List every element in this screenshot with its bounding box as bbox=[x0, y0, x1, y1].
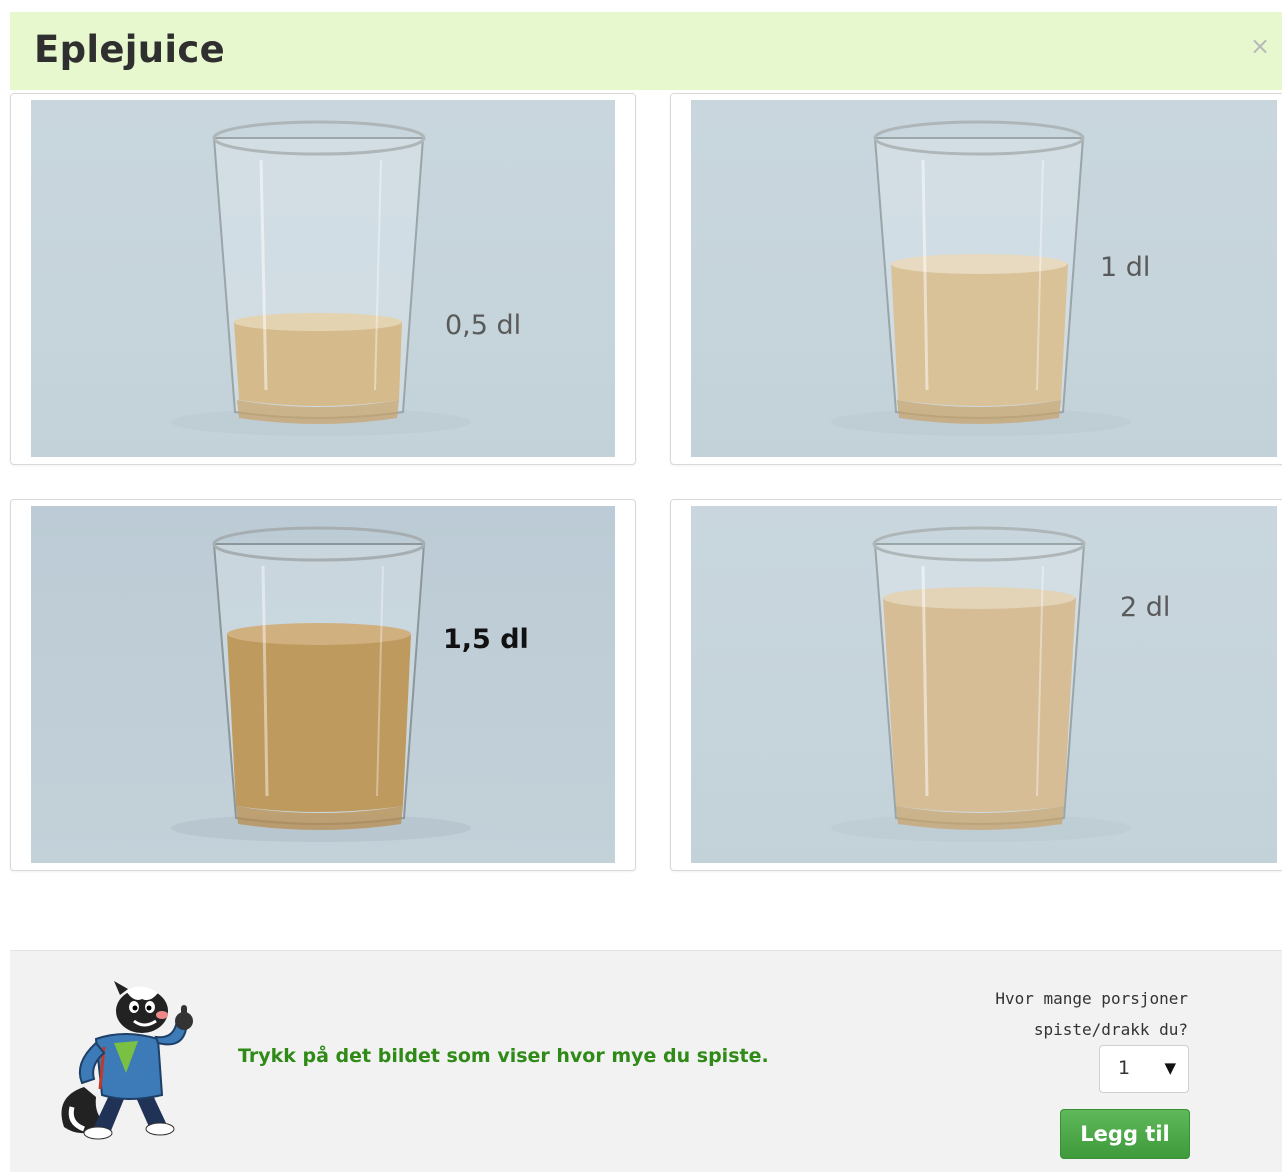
top-strip bbox=[0, 0, 1282, 12]
dialog-title: Eplejuice bbox=[34, 28, 225, 71]
portion-label: 1,5 dl bbox=[443, 624, 529, 655]
footer-panel: Trykk på det bildet som viser hvor mye d… bbox=[10, 950, 1282, 1172]
instruction-text: Trykk på det bildet som viser hvor mye d… bbox=[238, 1045, 769, 1067]
question-line: Hvor mange porsjoner bbox=[995, 989, 1188, 1008]
glass-photo: 1,5 dl bbox=[31, 506, 615, 863]
glass-icon bbox=[831, 526, 1131, 842]
close-icon[interactable]: × bbox=[1248, 32, 1272, 60]
portion-option-1-dl[interactable]: 1 dl bbox=[670, 93, 1282, 465]
portion-option-0-5-dl[interactable]: 0,5 dl bbox=[10, 93, 636, 465]
portion-label: 0,5 dl bbox=[445, 310, 522, 341]
glass-icon bbox=[171, 120, 471, 436]
glass-photo: 0,5 dl bbox=[31, 100, 615, 457]
portion-select[interactable]: 1 ▼ bbox=[1099, 1045, 1189, 1093]
glass-photo: 1 dl bbox=[691, 100, 1277, 457]
glass-icon bbox=[171, 526, 471, 842]
portion-option-1-5-dl[interactable]: 1,5 dl bbox=[10, 499, 636, 871]
add-button[interactable]: Legg til bbox=[1060, 1109, 1190, 1159]
portion-label: 1 dl bbox=[1100, 252, 1151, 283]
portion-select-value: 1 bbox=[1118, 1057, 1131, 1079]
portion-option-2-dl[interactable]: 2 dl bbox=[670, 499, 1282, 871]
portion-question: Hvor mange porsjoner spiste/drakk du? bbox=[888, 983, 1188, 1045]
chevron-down-icon: ▼ bbox=[1164, 1059, 1176, 1077]
portion-label: 2 dl bbox=[1120, 592, 1171, 623]
skunk-mascot-icon bbox=[61, 981, 193, 1140]
question-line: spiste/drakk du? bbox=[1033, 1020, 1188, 1039]
glass-photo: 2 dl bbox=[691, 506, 1277, 863]
dialog-header: Eplejuice × bbox=[10, 12, 1282, 90]
glass-icon bbox=[831, 120, 1131, 436]
